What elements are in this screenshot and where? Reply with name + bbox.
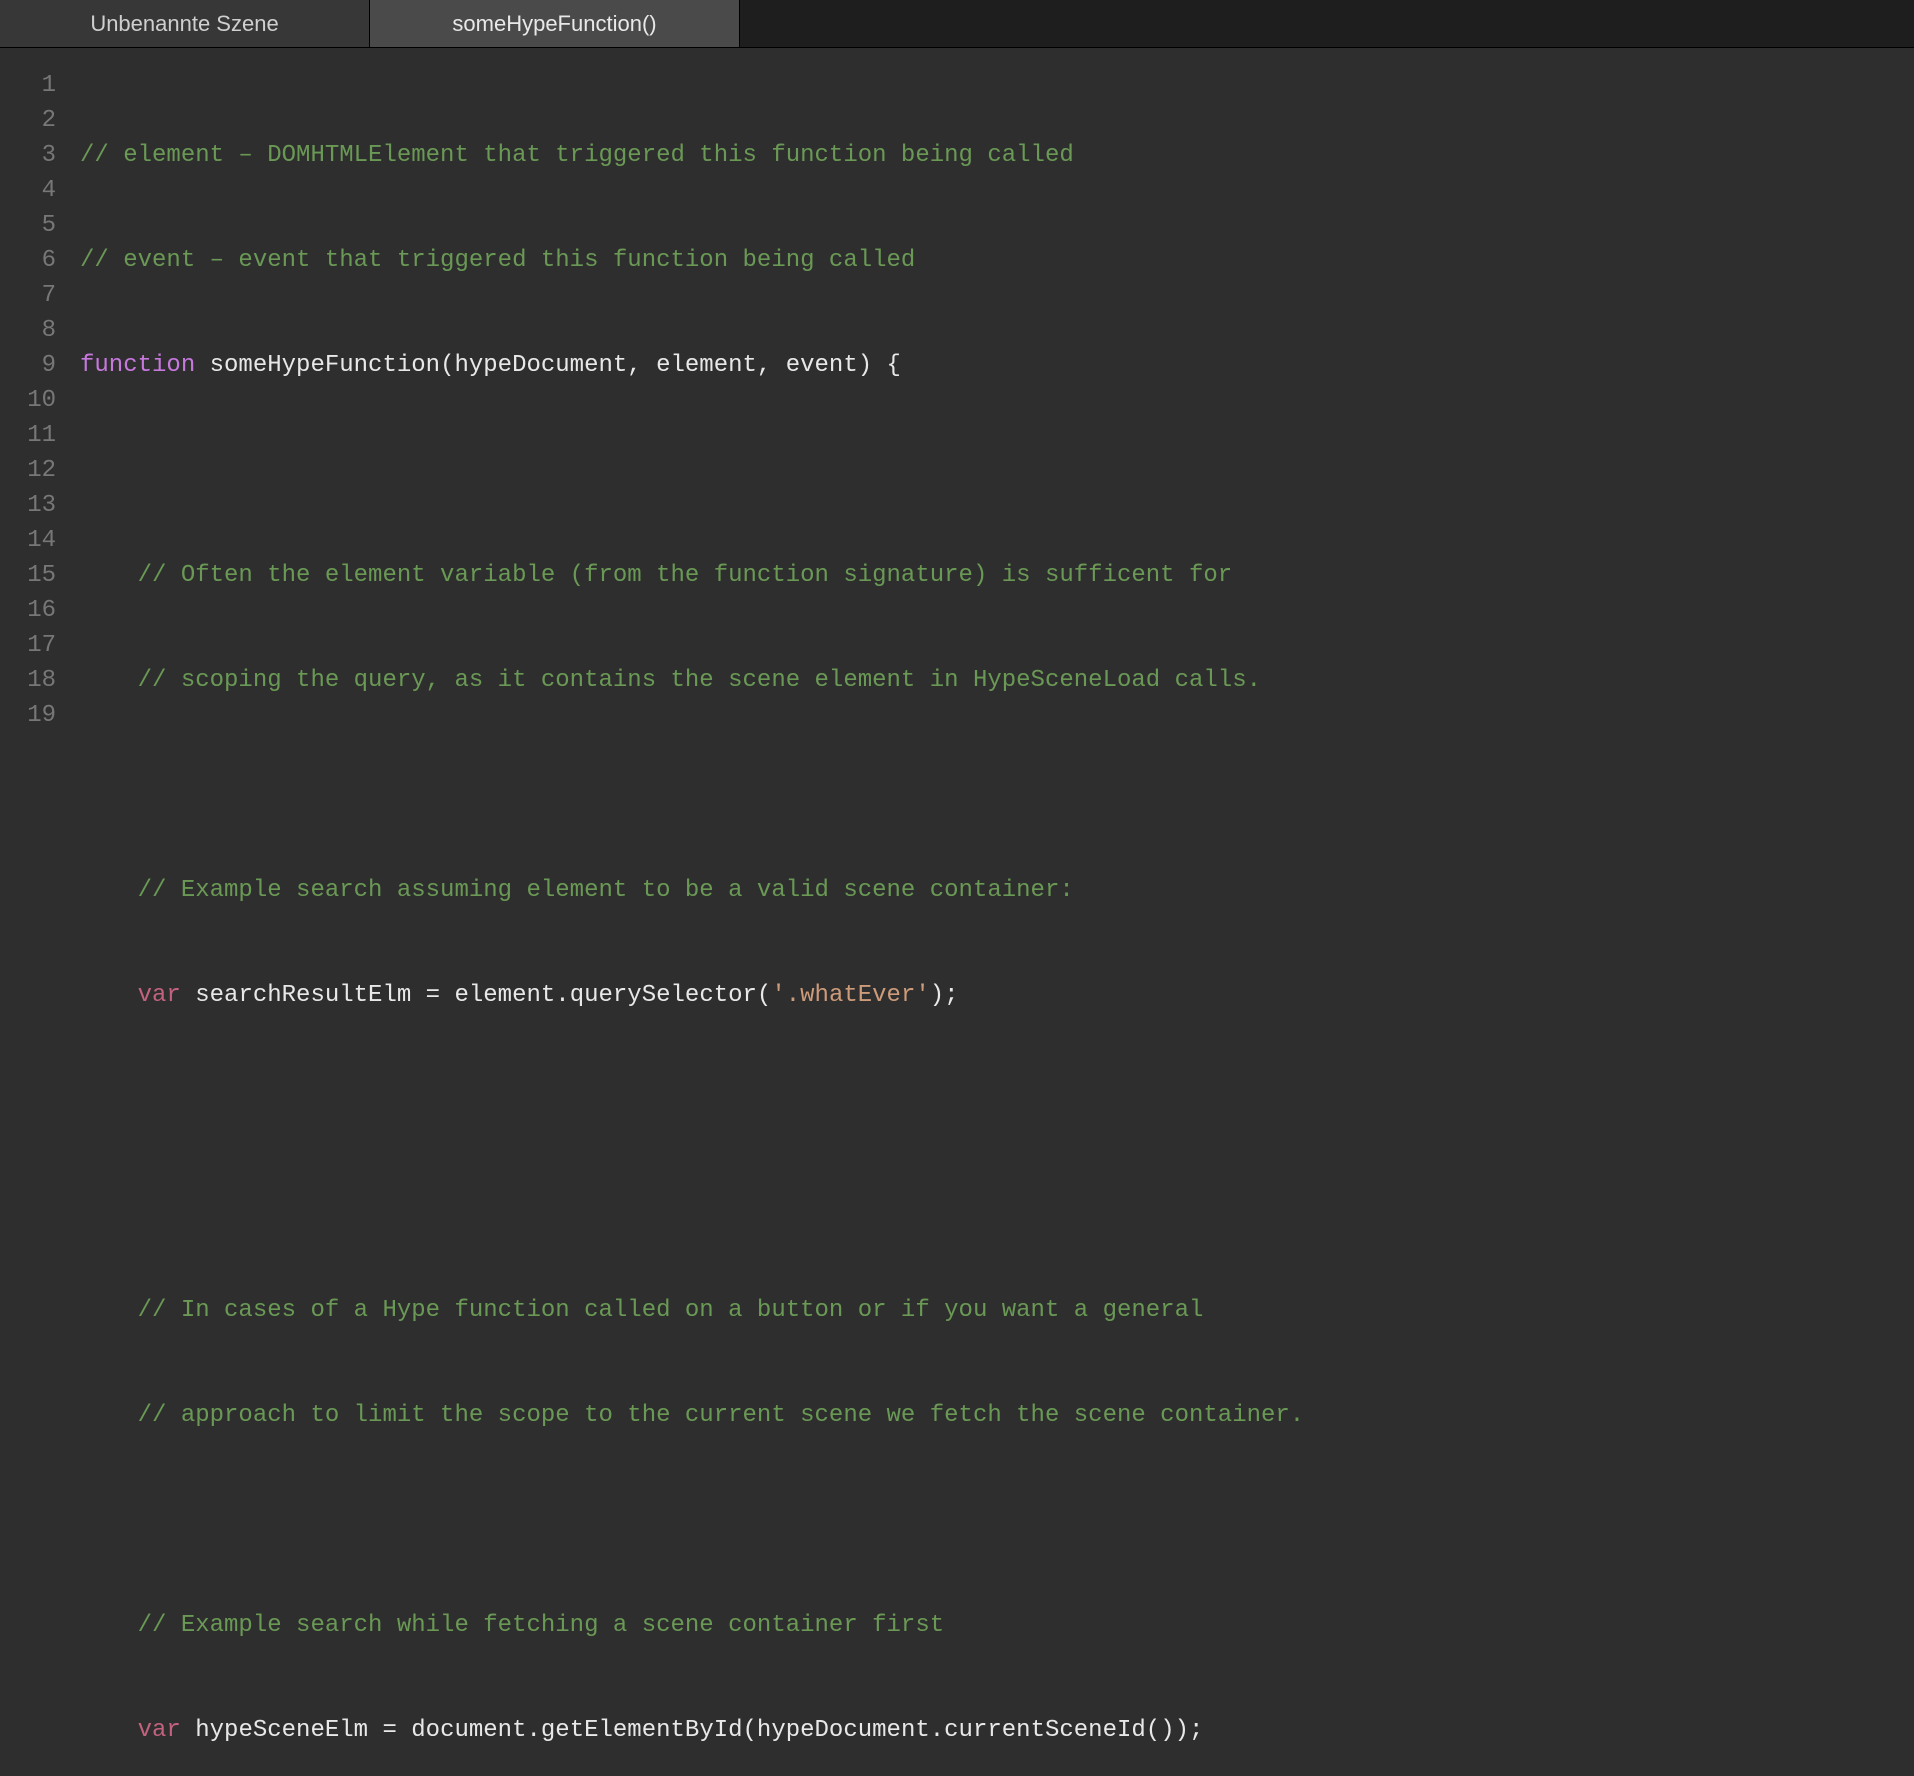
comment-text: // approach to limit the scope to the cu… [80,1402,1304,1429]
code-content[interactable]: // element – DOMHTMLElement that trigger… [80,68,1914,1776]
tab-bar: Unbenannte Szene someHypeFunction() [0,0,1914,48]
code-text: ); [930,982,959,1009]
indent [80,1717,138,1744]
code-line [80,1188,1894,1223]
string-literal: '.whatEver' [771,982,929,1009]
code-text: hypeSceneElm = document.getElementById(h… [181,1717,1204,1744]
code-line [80,768,1894,803]
code-line: // Often the element variable (from the … [80,558,1894,593]
code-line [80,1083,1894,1118]
code-editor[interactable]: 1 2 3 4 5 6 7 8 9 10 11 12 13 14 15 16 1… [0,48,1914,1776]
line-number: 1 [0,68,56,103]
code-line: // Example search while fetching a scene… [80,1608,1894,1643]
line-number: 4 [0,173,56,208]
line-number: 5 [0,208,56,243]
line-number: 17 [0,628,56,663]
line-number: 11 [0,418,56,453]
line-number: 7 [0,278,56,313]
tab-scene[interactable]: Unbenannte Szene [0,0,370,47]
comment-text: // In cases of a Hype function called on… [80,1297,1203,1324]
line-number: 14 [0,523,56,558]
line-number: 6 [0,243,56,278]
keyword: var [138,982,181,1009]
line-number: 18 [0,663,56,698]
code-line: // event – event that triggered this fun… [80,243,1894,278]
line-number: 3 [0,138,56,173]
line-number: 12 [0,453,56,488]
code-line [80,453,1894,488]
comment-text: // Often the element variable (from the … [80,562,1232,589]
code-line: function someHypeFunction(hypeDocument, … [80,348,1894,383]
code-line: var searchResultElm = element.querySelec… [80,978,1894,1013]
tab-function[interactable]: someHypeFunction() [370,0,740,47]
indent [80,982,138,1009]
line-number: 8 [0,313,56,348]
comment-text: // element – DOMHTMLElement that trigger… [80,142,1074,169]
code-text: searchResultElm = element.querySelector( [181,982,772,1009]
code-line: // Example search assuming element to be… [80,873,1894,908]
comment-text: // Example search assuming element to be… [80,877,1074,904]
tab-function-label: someHypeFunction() [452,11,656,37]
function-signature: (hypeDocument, element, event) { [440,352,901,379]
code-line: var hypeSceneElm = document.getElementBy… [80,1713,1894,1748]
line-number: 10 [0,383,56,418]
tab-scene-label: Unbenannte Szene [90,11,278,37]
code-line [80,1503,1894,1538]
line-number: 16 [0,593,56,628]
line-number: 2 [0,103,56,138]
line-number: 19 [0,698,56,733]
line-number: 15 [0,558,56,593]
keyword: function [80,352,195,379]
code-line: // element – DOMHTMLElement that trigger… [80,138,1894,173]
comment-text: // event – event that triggered this fun… [80,247,915,274]
function-name: someHypeFunction [195,352,440,379]
line-number: 13 [0,488,56,523]
line-number: 9 [0,348,56,383]
code-line: // In cases of a Hype function called on… [80,1293,1894,1328]
code-line: // approach to limit the scope to the cu… [80,1398,1894,1433]
keyword: var [138,1717,181,1744]
code-line: // scoping the query, as it contains the… [80,663,1894,698]
comment-text: // Example search while fetching a scene… [80,1612,944,1639]
comment-text: // scoping the query, as it contains the… [80,667,1261,694]
line-number-gutter: 1 2 3 4 5 6 7 8 9 10 11 12 13 14 15 16 1… [0,68,80,1776]
